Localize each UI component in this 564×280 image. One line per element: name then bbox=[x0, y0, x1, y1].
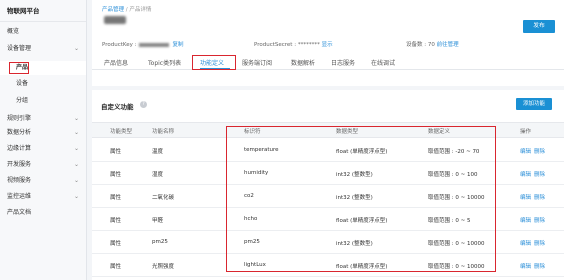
device-count-label: 设备数 : bbox=[406, 42, 427, 48]
add-function-button[interactable]: 添加功能 bbox=[516, 98, 552, 110]
sidebar-item-product-docs[interactable]: 产品文档 bbox=[0, 206, 86, 220]
product-secret-label: ProductSecret : bbox=[254, 42, 297, 48]
sidebar-item-label: 监控运维 bbox=[7, 193, 32, 200]
tab-server-subscription[interactable]: 服务端订阅 bbox=[242, 58, 272, 67]
sidebar-item-label: 边缘计算 bbox=[7, 145, 32, 152]
sidebar-item-data-analysis[interactable]: 数据分析 ⌄ bbox=[0, 126, 86, 140]
sidebar-item-label: 视频服务 bbox=[7, 177, 32, 184]
tab-log-service[interactable]: 日志服务 bbox=[331, 58, 355, 67]
product-highlight-box bbox=[9, 62, 29, 74]
tab-highlight-box bbox=[192, 55, 236, 70]
chevron-down-icon: ⌄ bbox=[73, 161, 79, 168]
sidebar-item-label: 数据分析 bbox=[7, 129, 32, 136]
delete-link[interactable]: 删除 bbox=[534, 172, 545, 178]
cell-actions: 编辑 删除 bbox=[520, 147, 545, 155]
breadcrumb-product-management[interactable]: 产品管理 bbox=[102, 7, 124, 13]
product-header-card: 产品管理 / 产品详情 发布 ProductKey : 复制 ProductSec… bbox=[92, 0, 564, 86]
device-count-value: 70 bbox=[427, 42, 435, 48]
header-function-name: 功能名称 bbox=[152, 129, 175, 135]
sidebar-item-label: 设备 bbox=[16, 80, 29, 87]
cell-actions: 编辑 删除 bbox=[520, 216, 545, 224]
tab-bar: 产品信息 Topic类列表 功能定义 服务端订阅 数据解析 日志服务 在线调试 bbox=[92, 54, 564, 70]
cell-function-name: 光照强度 bbox=[152, 264, 175, 270]
custom-functions-card: 自定义功能 ? 添加功能 功能类型 功能名称 标识符 数据类型 数据定义 操作 … bbox=[92, 90, 564, 280]
sidebar-item-label: 产品文档 bbox=[7, 209, 32, 216]
sidebar-item-group[interactable]: 分组 bbox=[0, 94, 86, 108]
product-name-redacted bbox=[104, 16, 126, 24]
edit-link[interactable]: 编辑 bbox=[520, 218, 531, 224]
breadcrumb-current: 产品详情 bbox=[129, 7, 152, 13]
goto-manage-link[interactable]: 前往管理 bbox=[437, 42, 459, 48]
sidebar-item-edge-computing[interactable]: 边缘计算 ⌄ bbox=[0, 142, 86, 156]
cell-actions: 编辑 删除 bbox=[520, 170, 545, 178]
cell-actions: 编辑 删除 bbox=[520, 262, 545, 270]
tab-data-parsing[interactable]: 数据解析 bbox=[291, 58, 315, 67]
delete-link[interactable]: 删除 bbox=[534, 218, 545, 224]
edit-link[interactable]: 编辑 bbox=[520, 149, 531, 155]
delete-link[interactable]: 删除 bbox=[534, 241, 545, 247]
cell-function-name: 湿度 bbox=[152, 172, 164, 178]
breadcrumb: 产品管理 / 产品详情 bbox=[102, 5, 151, 13]
product-key-redacted bbox=[139, 42, 170, 47]
delete-link[interactable]: 删除 bbox=[534, 264, 545, 270]
cell-function-name: 温度 bbox=[152, 149, 164, 155]
cell-function-name: 甲醛 bbox=[152, 218, 164, 224]
product-secret-value: ******** bbox=[297, 42, 320, 48]
cell-function-name: 二氧化碳 bbox=[152, 195, 175, 201]
sidebar-item-label: 概览 bbox=[7, 28, 20, 35]
chevron-down-icon: ⌄ bbox=[73, 177, 79, 184]
cell-function-type: 属性 bbox=[110, 172, 122, 178]
cell-function-type: 属性 bbox=[110, 195, 122, 201]
chevron-down-icon: ⌄ bbox=[73, 115, 79, 122]
header-function-type: 功能类型 bbox=[110, 129, 133, 135]
sidebar-item-rule-engine[interactable]: 规则引擎 ⌄ bbox=[0, 112, 86, 126]
edit-link[interactable]: 编辑 bbox=[520, 195, 531, 201]
help-icon[interactable]: ? bbox=[140, 101, 147, 108]
sidebar-item-label: 开发服务 bbox=[7, 161, 32, 168]
chevron-down-icon: ⌄ bbox=[73, 193, 79, 200]
tab-product-info[interactable]: 产品信息 bbox=[104, 58, 128, 67]
sidebar-item-device[interactable]: 设备 bbox=[0, 77, 86, 91]
tab-topic-list[interactable]: Topic类列表 bbox=[148, 58, 181, 67]
cell-function-type: 属性 bbox=[110, 149, 122, 155]
edit-link[interactable]: 编辑 bbox=[520, 172, 531, 178]
product-key: ProductKey : 复制 bbox=[102, 40, 183, 48]
sidebar-item-label: 规则引擎 bbox=[7, 115, 32, 122]
chevron-down-icon: ⌄ bbox=[73, 129, 79, 136]
product-key-label: ProductKey : bbox=[102, 42, 137, 48]
sidebar-item-monitoring-ops[interactable]: 监控运维 ⌄ bbox=[0, 190, 86, 204]
publish-button[interactable]: 发布 bbox=[523, 20, 555, 33]
cell-actions: 编辑 删除 bbox=[520, 239, 545, 247]
device-count: 设备数 : 70 前往管理 bbox=[406, 40, 459, 48]
cell-function-type: 属性 bbox=[110, 264, 122, 270]
header-actions: 操作 bbox=[520, 129, 532, 135]
show-secret-link[interactable]: 显示 bbox=[322, 42, 333, 48]
cell-function-name: pm25 bbox=[152, 239, 168, 245]
edit-link[interactable]: 编辑 bbox=[520, 264, 531, 270]
delete-link[interactable]: 删除 bbox=[534, 195, 545, 201]
sidebar-item-dev-services[interactable]: 开发服务 ⌄ bbox=[0, 158, 86, 172]
chevron-down-icon: ⌄ bbox=[73, 145, 79, 152]
tab-online-debug[interactable]: 在线调试 bbox=[371, 58, 395, 67]
edit-link[interactable]: 编辑 bbox=[520, 241, 531, 247]
sidebar-item-device-management[interactable]: 设备管理 ⌄ bbox=[0, 42, 86, 56]
brand-title: 物联网平台 bbox=[0, 0, 86, 22]
cell-function-type: 属性 bbox=[110, 241, 122, 247]
section-title: 自定义功能 bbox=[101, 103, 134, 111]
cell-function-type: 属性 bbox=[110, 218, 122, 224]
sidebar-item-video-service[interactable]: 视频服务 ⌄ bbox=[0, 174, 86, 188]
sidebar-item-label: 设备管理 bbox=[7, 45, 32, 52]
sidebar-item-label: 分组 bbox=[16, 97, 29, 104]
product-secret: ProductSecret : ******** 显示 bbox=[254, 40, 333, 48]
cell-actions: 编辑 删除 bbox=[520, 193, 545, 201]
copy-key-link[interactable]: 复制 bbox=[172, 42, 183, 48]
chevron-down-icon: ⌄ bbox=[73, 45, 79, 52]
sidebar: 物联网平台 概览 设备管理 ⌄ 产品 设备 分组 规则引擎 ⌄ 数据分析 ⌄ 边缘计算 ⌄ 开发服务 ⌄ 视… bbox=[0, 0, 87, 280]
table-highlight-box bbox=[226, 126, 496, 272]
delete-link[interactable]: 删除 bbox=[534, 149, 545, 155]
sidebar-item-overview[interactable]: 概览 bbox=[0, 25, 86, 39]
